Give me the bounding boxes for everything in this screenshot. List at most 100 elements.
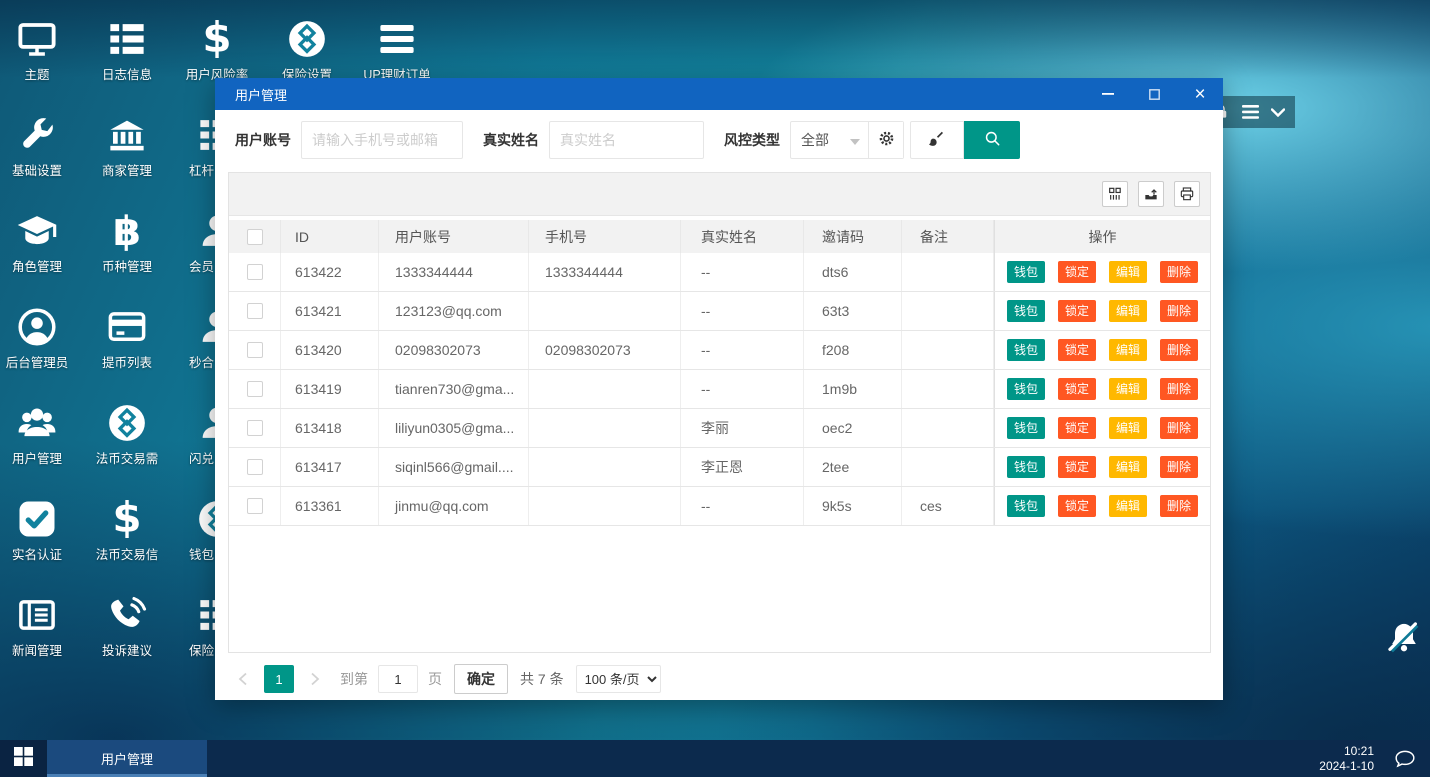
action-button-钱包[interactable]: 钱包 [1007, 339, 1045, 361]
menu-icon[interactable] [1242, 105, 1259, 119]
desktop-icon-label: 提币列表 [85, 356, 169, 370]
action-button-钱包[interactable]: 钱包 [1007, 300, 1045, 322]
desktop-icon-后台管理员[interactable]: 后台管理员 [0, 306, 79, 370]
select-all-checkbox[interactable] [247, 229, 263, 245]
action-button-删除[interactable]: 删除 [1160, 378, 1198, 400]
cell-invite: oec2 [804, 409, 902, 447]
svg-text:$: $ [202, 18, 231, 60]
goto-page-input[interactable] [378, 665, 418, 693]
row-checkbox[interactable] [247, 303, 263, 319]
desktop-topbar-widget[interactable] [1216, 96, 1295, 128]
window-titlebar[interactable]: 用户管理 × [215, 78, 1223, 110]
desktop-icon-实名认证[interactable]: 实名认证 [0, 498, 79, 562]
export-button[interactable] [1138, 181, 1164, 207]
bell-slash-icon[interactable] [1386, 618, 1422, 658]
current-page[interactable]: 1 [264, 665, 294, 693]
maximize-button[interactable] [1131, 78, 1177, 110]
svg-text:฿: ฿ [113, 210, 141, 252]
action-button-锁定[interactable]: 锁定 [1058, 417, 1096, 439]
action-button-锁定[interactable]: 锁定 [1058, 378, 1096, 400]
account-label: 用户账号 [235, 130, 291, 150]
taskbar-clock[interactable]: 10:21 2024-1-10 [1319, 744, 1388, 774]
desktop-icon-法币交易需[interactable]: 法币交易需 [85, 402, 169, 466]
desktop-icon-保险设置[interactable]: 保险设置 [265, 18, 349, 82]
column-header-用户账号: 用户账号 [379, 220, 529, 253]
cell-invite: 9k5s [804, 487, 902, 525]
bank-icon [106, 114, 148, 156]
chevron-down-icon[interactable] [1271, 108, 1285, 117]
action-button-删除[interactable]: 删除 [1160, 495, 1198, 517]
prev-page-button[interactable] [228, 665, 258, 693]
desktop-icon-新闻管理[interactable]: 新闻管理 [0, 594, 79, 658]
window-controls: × [1085, 78, 1223, 110]
row-checkbox[interactable] [247, 264, 263, 280]
row-checkbox[interactable] [247, 342, 263, 358]
desktop-icon-商家管理[interactable]: 商家管理 [85, 114, 169, 178]
settings-button[interactable] [868, 122, 903, 158]
cell-remark [902, 253, 994, 291]
row-checkbox[interactable] [247, 459, 263, 475]
newspaper-icon [16, 594, 58, 636]
filter-columns-button[interactable] [1102, 181, 1128, 207]
taskbar: 用户管理 10:21 2024-1-10 [0, 740, 1430, 777]
action-button-编辑[interactable]: 编辑 [1109, 456, 1147, 478]
close-button[interactable]: × [1177, 78, 1223, 110]
action-button-删除[interactable]: 删除 [1160, 456, 1198, 478]
desktop-icon-投诉建议[interactable]: 投诉建议 [85, 594, 169, 658]
desktop-icon-用户风险率[interactable]: $用户风险率 [175, 18, 259, 82]
desktop-icon-角色管理[interactable]: 角色管理 [0, 210, 79, 274]
row-checkbox[interactable] [247, 381, 263, 397]
desktop-icon-UP理财订单[interactable]: UP理财订单 [355, 18, 439, 82]
cell-id: 613422 [281, 253, 379, 291]
cell-account: jinmu@qq.com [379, 487, 529, 525]
desktop-icon-用户管理[interactable]: 用户管理 [0, 402, 79, 466]
row-checkbox[interactable] [247, 420, 263, 436]
action-button-钱包[interactable]: 钱包 [1007, 378, 1045, 400]
row-checkbox[interactable] [247, 498, 263, 514]
desktop-icon-label: 法币交易信 [85, 548, 169, 562]
action-button-编辑[interactable]: 编辑 [1109, 339, 1147, 361]
desktop-icon-法币交易信[interactable]: $法币交易信 [85, 498, 169, 562]
start-button[interactable] [0, 740, 47, 777]
action-button-编辑[interactable]: 编辑 [1109, 261, 1147, 283]
action-button-编辑[interactable]: 编辑 [1109, 378, 1147, 400]
print-button[interactable] [1174, 181, 1200, 207]
action-button-钱包[interactable]: 钱包 [1007, 495, 1045, 517]
action-button-编辑[interactable]: 编辑 [1109, 300, 1147, 322]
search-button[interactable] [964, 121, 1020, 159]
total-count-label: 共 7 条 [520, 669, 564, 689]
minimize-button[interactable] [1085, 78, 1131, 110]
action-button-删除[interactable]: 删除 [1160, 261, 1198, 283]
action-button-编辑[interactable]: 编辑 [1109, 417, 1147, 439]
clock-time: 10:21 [1319, 744, 1374, 759]
realname-input[interactable] [549, 121, 704, 159]
desktop-icon-提币列表[interactable]: 提币列表 [85, 306, 169, 370]
column-header-手机号: 手机号 [529, 220, 681, 253]
action-button-锁定[interactable]: 锁定 [1058, 456, 1096, 478]
desktop-icon-日志信息[interactable]: 日志信息 [85, 18, 169, 82]
action-button-锁定[interactable]: 锁定 [1058, 495, 1096, 517]
desktop-icon-基础设置[interactable]: 基础设置 [0, 114, 79, 178]
risk-type-select[interactable]: 全部 [791, 122, 868, 158]
chat-bubble-icon[interactable] [1388, 740, 1422, 777]
taskbar-item-user-management[interactable]: 用户管理 [47, 740, 207, 777]
reset-button[interactable] [910, 121, 964, 159]
row-checkbox-cell [229, 370, 281, 408]
action-button-编辑[interactable]: 编辑 [1109, 495, 1147, 517]
next-page-button[interactable] [300, 665, 330, 693]
action-button-钱包[interactable]: 钱包 [1007, 456, 1045, 478]
desktop-icon-主题[interactable]: 主题 [0, 18, 79, 82]
page-size-select[interactable]: 100 条/页 [576, 665, 661, 693]
account-input[interactable] [301, 121, 463, 159]
action-button-锁定[interactable]: 锁定 [1058, 300, 1096, 322]
action-button-删除[interactable]: 删除 [1160, 300, 1198, 322]
action-button-锁定[interactable]: 锁定 [1058, 261, 1096, 283]
desktop-icon-币种管理[interactable]: ฿币种管理 [85, 210, 169, 274]
action-button-钱包[interactable]: 钱包 [1007, 417, 1045, 439]
action-button-删除[interactable]: 删除 [1160, 339, 1198, 361]
action-button-删除[interactable]: 删除 [1160, 417, 1198, 439]
action-button-钱包[interactable]: 钱包 [1007, 261, 1045, 283]
desktop-icon-label: 日志信息 [85, 68, 169, 82]
confirm-page-button[interactable]: 确定 [454, 664, 508, 694]
action-button-锁定[interactable]: 锁定 [1058, 339, 1096, 361]
